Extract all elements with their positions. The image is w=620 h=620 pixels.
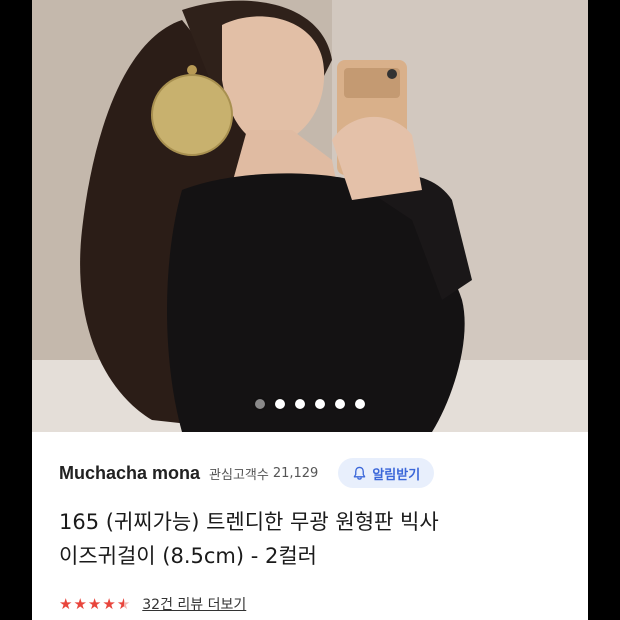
half-star-icon: ★ — [116, 594, 131, 613]
product-page: Muchacha mona 관심고객수 21,129 알림받기 165 (귀찌가… — [32, 0, 588, 620]
star-icon: ★ — [102, 594, 116, 613]
gallery-dot[interactable] — [355, 399, 365, 409]
product-image[interactable] — [32, 0, 588, 432]
product-photo-illustration — [32, 0, 588, 432]
gallery-dot[interactable] — [295, 399, 305, 409]
star-icon: ★ — [87, 594, 102, 613]
notify-button[interactable]: 알림받기 — [338, 458, 435, 488]
bell-icon — [354, 466, 366, 480]
followers-label: 관심고객수 — [209, 467, 269, 483]
product-title-line: 165 (귀찌가능) 트렌디한 무광 원형판 빅사 — [59, 510, 439, 534]
gallery-dot[interactable] — [335, 399, 345, 409]
review-link[interactable]: 32건 리뷰 더보기 — [142, 594, 246, 614]
seller-name[interactable]: Muchacha mona — [59, 463, 200, 484]
star-icon: ★ — [73, 594, 87, 613]
seller-info: Muchacha mona 관심고객수 21,129 알림받기 — [59, 457, 568, 489]
star-rating: ★ ★ ★ ★ ★ — [59, 594, 131, 613]
gallery-dot[interactable] — [275, 399, 285, 409]
gallery-dot[interactable] — [315, 399, 325, 409]
rating-row: ★ ★ ★ ★ ★ 32건 리뷰 더보기 — [59, 592, 246, 616]
followers-count: 21,129 — [272, 465, 319, 481]
notify-label: 알림받기 — [372, 467, 421, 483]
gallery-dot[interactable] — [255, 399, 265, 409]
product-title: 165 (귀찌가능) 트렌디한 무광 원형판 빅사 이즈귀걸이 (8.5cm) … — [59, 505, 569, 573]
product-title-line: 이즈귀걸이 (8.5cm) - 2컬러 — [59, 544, 317, 568]
gallery-pagination — [32, 397, 588, 411]
star-icon: ★ — [59, 594, 73, 613]
